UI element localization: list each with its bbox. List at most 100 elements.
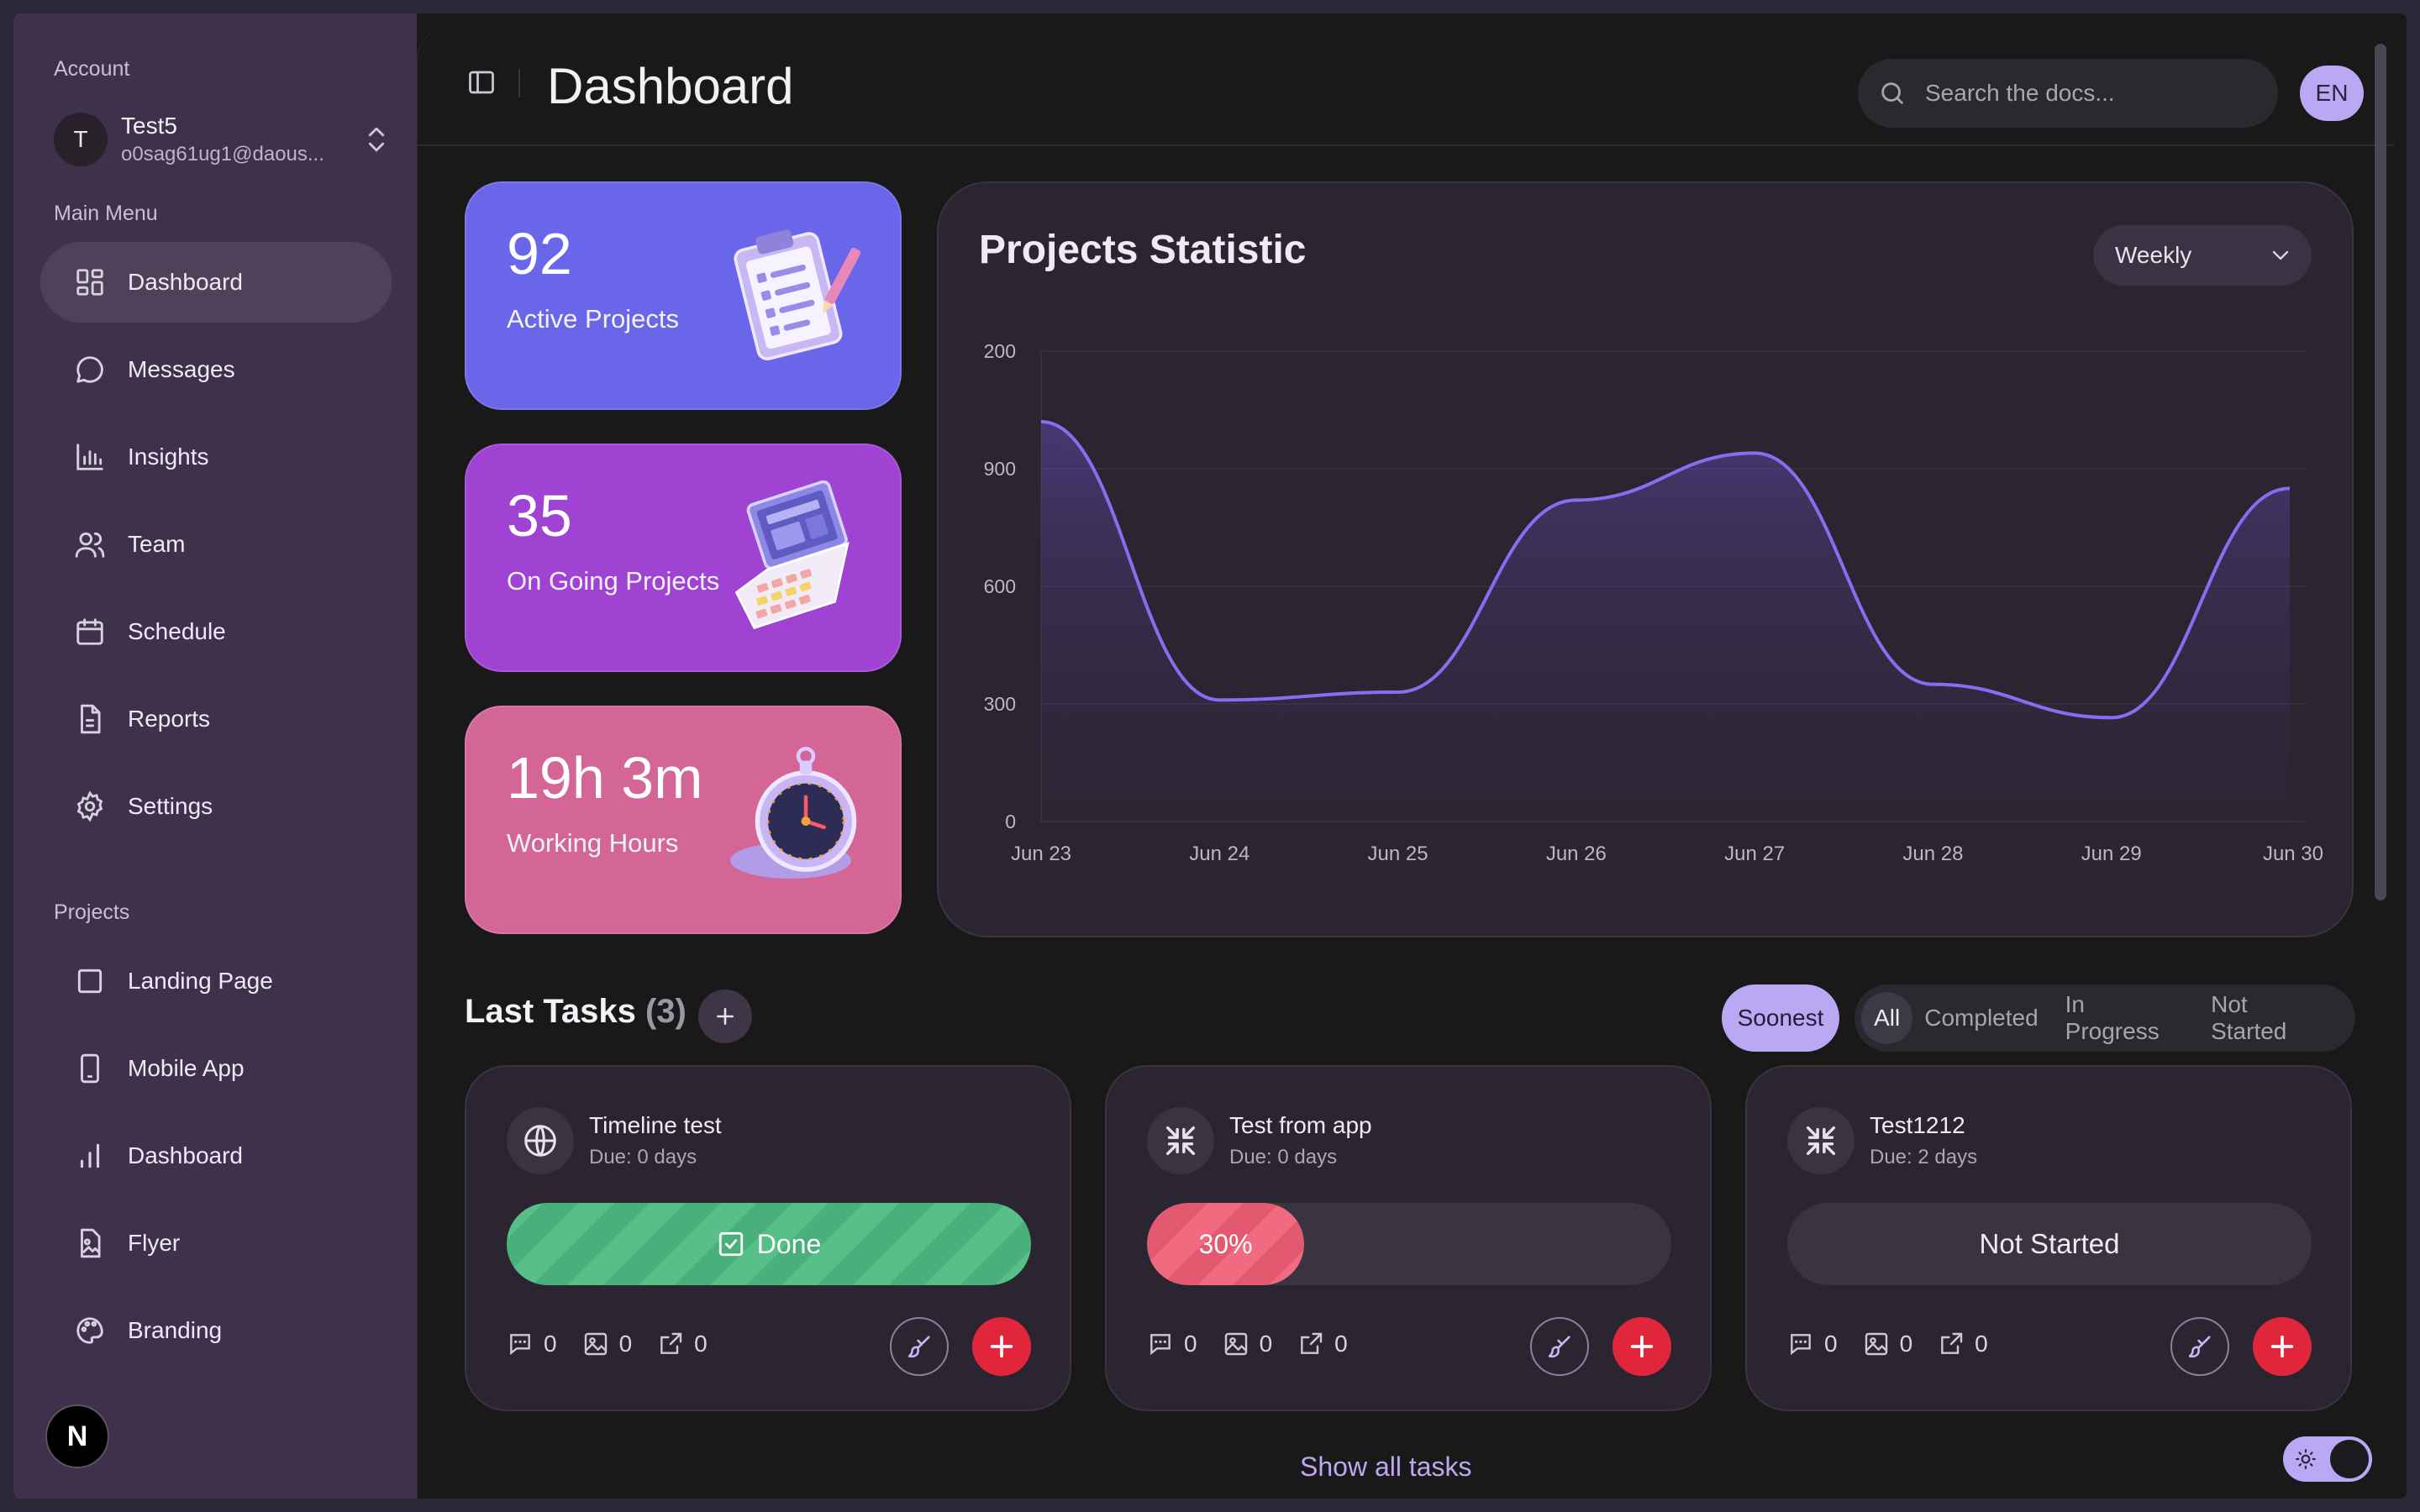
edit-button[interactable] [1530, 1317, 1589, 1376]
sidebar: Account T Test5 o0sag61ug1@daous... Main… [13, 13, 417, 1499]
filter-completed[interactable]: Completed [1924, 1005, 2038, 1032]
image-count: 0 [1899, 1331, 1913, 1357]
task-due: Due: 0 days [589, 1146, 697, 1168]
task-card[interactable]: Test from app Due: 0 days 30% 0 0 0 [1105, 1065, 1712, 1411]
task-meta: 0 0 0 [507, 1331, 733, 1357]
sidebar-item-label: Schedule [128, 618, 226, 644]
task-name: Timeline test [589, 1112, 722, 1138]
x-tick-label: Jun 29 [2081, 843, 2142, 865]
edit-button[interactable] [890, 1317, 949, 1376]
sidebar-item-team[interactable]: Team [40, 504, 392, 585]
comment-count: 0 [1824, 1331, 1838, 1357]
theme-toggle[interactable] [2283, 1436, 2372, 1482]
task-progress-fill: Done [507, 1203, 1031, 1285]
sidebar-item-messages[interactable]: Messages [40, 329, 392, 410]
comment-count: 0 [1184, 1331, 1197, 1357]
insights-icon [76, 444, 103, 470]
bar-chart-icon [80, 1143, 100, 1168]
reports-icon [81, 704, 101, 734]
link-count: 0 [694, 1331, 708, 1357]
task-due: Due: 0 days [1229, 1146, 1338, 1168]
task-card[interactable]: Timeline test Due: 0 days Done 0 0 0 [465, 1065, 1071, 1411]
filter-in-progress[interactable]: In Progress [2065, 991, 2184, 1045]
y-tick-label: 200 [984, 340, 1016, 362]
chevron-down-icon [2272, 250, 2289, 260]
sidebar-item-landing-page[interactable]: Landing Page [40, 941, 392, 1021]
search-input[interactable] [1925, 80, 2261, 107]
sun-icon [2296, 1449, 2316, 1469]
tasks-title: Last Tasks (3) [465, 993, 687, 1031]
top-bar: Dashboard EN [418, 27, 2394, 146]
image-count: 0 [618, 1331, 633, 1357]
sidebar-item-mobile-app[interactable]: Mobile App [40, 1028, 392, 1109]
task-card[interactable]: Test1212 Due: 2 days Not Started 0 0 0 [1745, 1065, 2352, 1411]
globe-icon [524, 1125, 556, 1157]
task-filter-group: All Completed In Progress Not Started [1854, 984, 2355, 1052]
comment-icon [1150, 1334, 1171, 1356]
sidebar-item-flyer[interactable]: Flyer [40, 1203, 392, 1284]
stat-card-active-projects[interactable]: 92 Active Projects [465, 181, 902, 410]
sidebar-item-branding[interactable]: Branding [40, 1290, 392, 1371]
sidebar-item-label: Mobile App [128, 1055, 245, 1081]
sidebar-item-dashboard[interactable]: Dashboard [40, 242, 392, 323]
y-tick-label: 300 [984, 693, 1016, 715]
series-area [1041, 422, 2290, 822]
collapse-icon [1806, 1126, 1836, 1156]
sidebar-item-settings[interactable]: Settings [40, 766, 392, 847]
external-link-icon [1301, 1332, 1323, 1354]
language-button[interactable]: EN [2300, 66, 2364, 121]
dashboard-icon [76, 269, 103, 296]
add-task-button[interactable] [698, 990, 752, 1043]
add-button[interactable] [2253, 1317, 2312, 1376]
sidebar-item-label: Messages [128, 356, 235, 382]
show-all-tasks-link[interactable]: Show all tasks [1300, 1452, 1472, 1483]
calendar-icon [76, 618, 103, 645]
task-icon-wrap [1787, 1107, 1854, 1174]
image-icon [1865, 1332, 1887, 1356]
sort-soonest-button[interactable]: Soonest [1722, 984, 1839, 1052]
task-name: Test1212 [1870, 1112, 1965, 1138]
chart-title: Projects Statistic [979, 228, 1307, 272]
stat-label: Working Hours [507, 828, 679, 858]
sidebar-item-dashboard-project[interactable]: Dashboard [40, 1116, 392, 1196]
add-button[interactable] [1612, 1317, 1671, 1376]
account-section-label: Account [54, 57, 130, 81]
task-meta: 0 0 0 [1787, 1331, 2013, 1357]
comment-count: 0 [544, 1331, 557, 1357]
gear-icon [76, 790, 103, 822]
mobile-icon [81, 1053, 99, 1084]
stat-value: 19h 3m [507, 745, 703, 811]
x-tick-label: Jun 28 [1902, 843, 1963, 865]
projects-area-chart: 200 900 600 300 0 Jun 23 Jun 24 Jun 25 Jun 26 Ju… [984, 340, 2323, 865]
projects-statistic-card: Projects Statistic Weekly 200 900 600 300 0 … [937, 181, 2354, 937]
sidebar-item-insights[interactable]: Insights [40, 417, 392, 497]
task-status: Done [756, 1228, 822, 1259]
add-button[interactable] [972, 1317, 1031, 1376]
x-tick-label: Jun 30 [2263, 843, 2323, 865]
sidebar-toggle-icon[interactable] [466, 67, 497, 97]
stat-value: 92 [507, 221, 572, 286]
stat-label: On Going Projects [507, 566, 720, 596]
tasks-title-text: Last Tasks [465, 993, 636, 1030]
stopwatch-icon [730, 746, 857, 879]
sidebar-item-label: Insights [128, 444, 209, 470]
scrollbar[interactable] [2375, 44, 2386, 900]
stat-card-working-hours[interactable]: 19h 3m Working Hours [465, 706, 902, 934]
sidebar-item-reports[interactable]: Reports [40, 679, 392, 759]
filter-all[interactable]: All [1861, 992, 1913, 1044]
sidebar-item-label: Branding [128, 1317, 223, 1343]
search-box[interactable] [1858, 59, 2278, 128]
edit-button[interactable] [2170, 1317, 2229, 1376]
account-name: Test5 [121, 113, 177, 139]
account-switcher[interactable]: T Test5 o0sag61ug1@daous... [54, 106, 390, 173]
sidebar-item-schedule[interactable]: Schedule [40, 591, 392, 672]
period-dropdown[interactable]: Weekly [2093, 225, 2312, 286]
image-file-icon [81, 1228, 101, 1258]
projects-section-label: Projects [54, 900, 130, 924]
image-icon [584, 1332, 607, 1356]
filter-not-started[interactable]: Not Started [2211, 991, 2328, 1045]
app-logo[interactable]: N [45, 1404, 109, 1468]
y-tick-label: 600 [984, 575, 1016, 597]
stat-card-ongoing-projects[interactable]: 35 On Going Projects [465, 444, 902, 672]
main-content: Dashboard EN 92 Active Projects [417, 27, 2394, 1499]
